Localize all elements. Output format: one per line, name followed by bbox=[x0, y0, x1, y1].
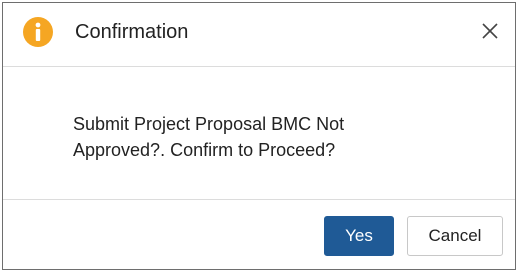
message-line-2: Approved?. Confirm to Proceed? bbox=[73, 140, 336, 160]
cancel-button[interactable]: Cancel bbox=[407, 216, 503, 256]
message-line-1: Submit Project Proposal BMC Not bbox=[73, 114, 345, 134]
close-icon[interactable] bbox=[477, 18, 503, 44]
confirmation-message: Submit Project Proposal BMC Not Approved… bbox=[73, 111, 413, 163]
dialog-footer: Yes Cancel bbox=[3, 200, 515, 269]
info-icon bbox=[23, 17, 53, 47]
dialog-title: Confirmation bbox=[75, 21, 189, 43]
confirmation-dialog: Confirmation Submit Project Proposal BMC… bbox=[2, 2, 516, 270]
yes-button[interactable]: Yes bbox=[324, 216, 394, 256]
dialog-header: Confirmation bbox=[3, 3, 515, 67]
dialog-body: Submit Project Proposal BMC Not Approved… bbox=[3, 67, 515, 200]
